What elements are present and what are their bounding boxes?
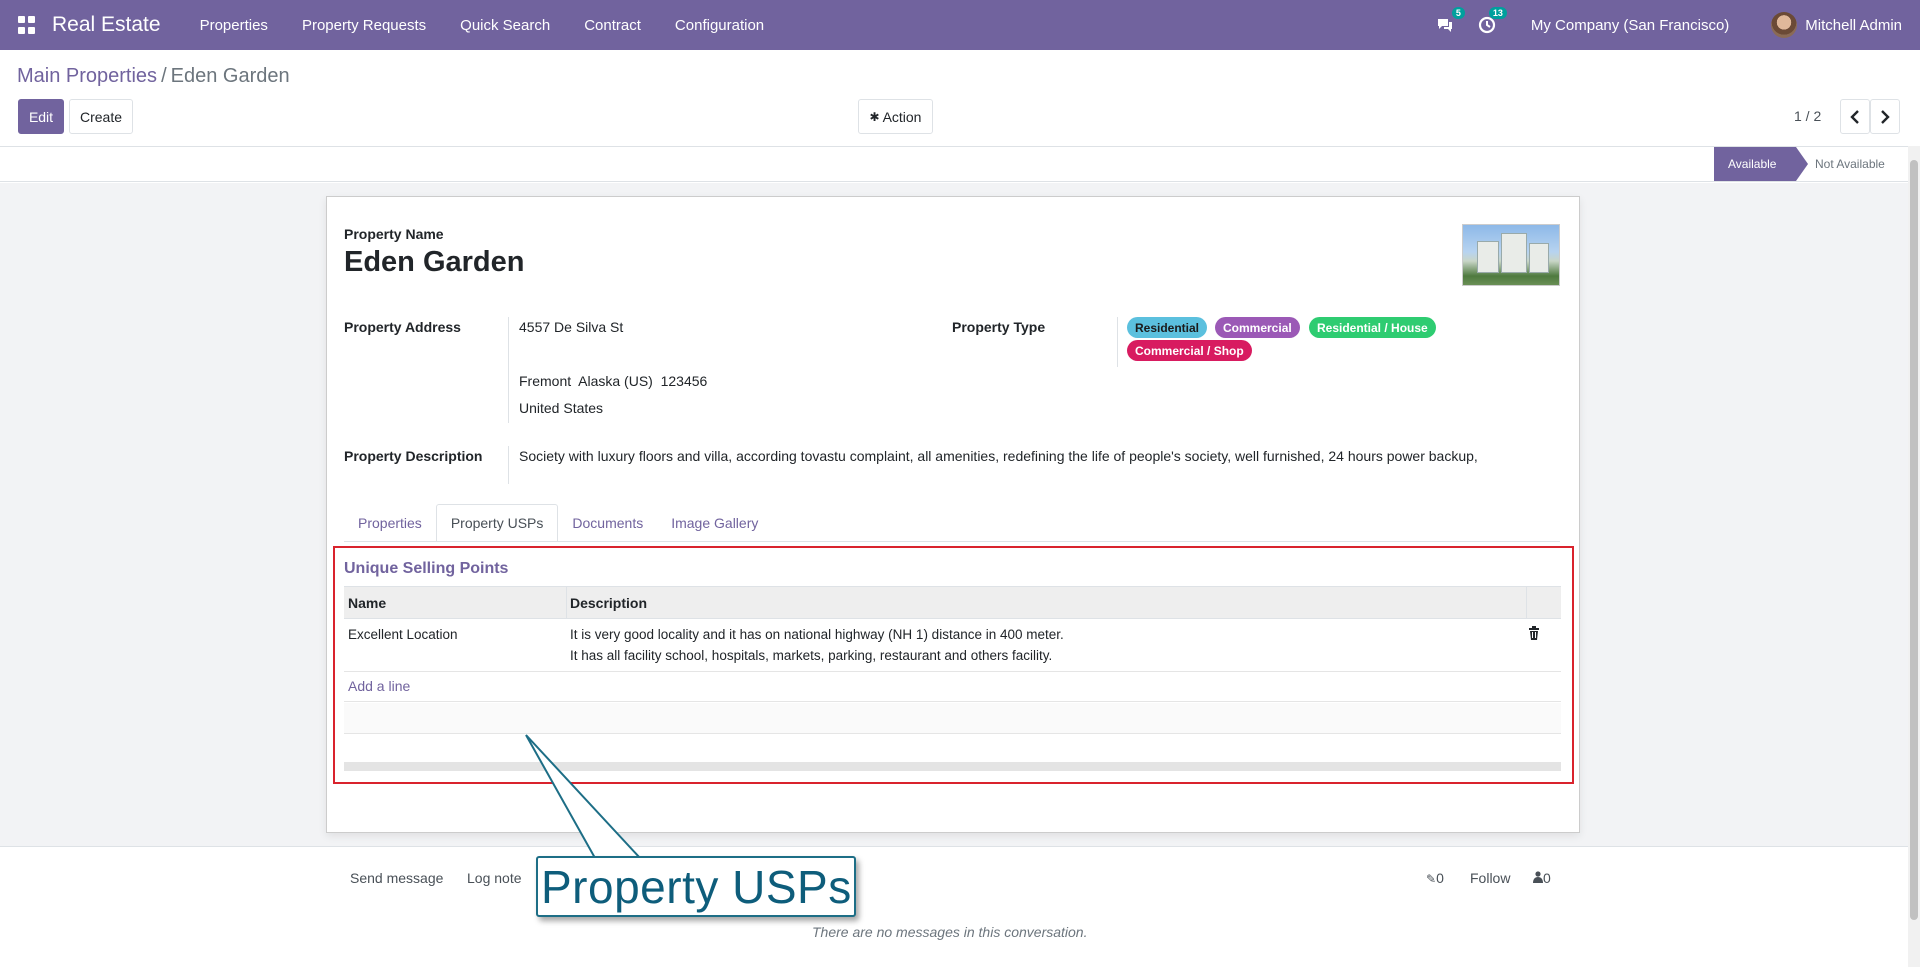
property-type-label: Property Type xyxy=(952,319,1046,335)
attachments-button[interactable]: ✎0 xyxy=(1426,870,1444,886)
callout-pointer xyxy=(525,734,643,860)
attachments-count: 0 xyxy=(1436,870,1444,886)
breadcrumb-separator: / xyxy=(161,65,167,87)
property-name-label: Property Name xyxy=(344,226,444,242)
breadcrumb-current: Eden Garden xyxy=(170,65,290,87)
column-divider xyxy=(566,587,567,618)
address-city-line: Fremont Alaska (US) 123456 xyxy=(519,373,708,389)
action-button[interactable]: ✱ Action xyxy=(858,99,933,134)
tag-residential-house: Residential / House xyxy=(1309,317,1436,338)
usp-row-description-line2[interactable]: It has all facility school, hospitals, m… xyxy=(570,648,1052,663)
column-description[interactable]: Description xyxy=(570,595,647,611)
tab-image-gallery[interactable]: Image Gallery xyxy=(657,504,772,542)
breadcrumb-parent[interactable]: Main Properties xyxy=(17,65,157,87)
address-street: 4557 De Silva St xyxy=(519,319,624,335)
column-divider xyxy=(1526,587,1527,618)
messages-icon[interactable]: 5 xyxy=(1435,7,1465,35)
column-name[interactable]: Name xyxy=(348,595,386,611)
tab-documents[interactable]: Documents xyxy=(558,504,657,542)
pager-value[interactable]: 1 / 2 xyxy=(1794,108,1821,124)
chevron-left-icon xyxy=(1850,109,1859,124)
tab-underline xyxy=(344,541,1560,542)
app-title[interactable]: Real Estate xyxy=(52,13,161,37)
row-divider xyxy=(344,671,1561,672)
menu-quick-search[interactable]: Quick Search xyxy=(443,17,567,34)
company-switcher[interactable]: My Company (San Francisco) xyxy=(1531,17,1729,34)
usp-section-title: Unique Selling Points xyxy=(344,560,509,577)
menu-configuration[interactable]: Configuration xyxy=(658,17,781,34)
property-name: Eden Garden xyxy=(344,246,525,278)
action-label: Action xyxy=(882,108,922,125)
menu-properties[interactable]: Properties xyxy=(183,17,285,34)
status-bar: Available Not Available xyxy=(0,146,1908,182)
activities-icon[interactable]: 13 xyxy=(1477,7,1507,35)
user-icon xyxy=(1533,871,1543,883)
field-divider xyxy=(508,317,509,423)
breadcrumb: Main Properties / Eden Garden xyxy=(17,65,290,88)
pager-next-button[interactable] xyxy=(1870,99,1900,134)
followers-count: 0 xyxy=(1543,870,1551,886)
activities-badge: 13 xyxy=(1488,7,1507,19)
apps-menu-icon[interactable] xyxy=(18,16,36,34)
user-menu[interactable]: Mitchell Admin xyxy=(1805,17,1902,34)
usp-row-name[interactable]: Excellent Location xyxy=(348,627,458,642)
gear-icon: ✱ xyxy=(869,109,880,124)
status-available[interactable]: Available xyxy=(1714,147,1808,181)
property-image[interactable] xyxy=(1462,224,1560,286)
chevron-right-icon xyxy=(1881,109,1890,124)
edit-button[interactable]: Edit xyxy=(18,99,64,134)
tab-properties[interactable]: Properties xyxy=(344,504,436,542)
usp-row-description-line1[interactable]: It is very good locality and it has on n… xyxy=(570,627,1064,642)
chatter xyxy=(0,846,1908,967)
callout-text: Property USPs xyxy=(541,860,852,913)
follow-button[interactable]: Follow xyxy=(1470,870,1510,886)
menu-property-requests[interactable]: Property Requests xyxy=(285,17,443,34)
menu-contract[interactable]: Contract xyxy=(567,17,658,34)
property-description: Society with luxury floors and villa, ac… xyxy=(519,448,1478,464)
messages-badge: 5 xyxy=(1451,7,1465,19)
send-message-button[interactable]: Send message xyxy=(350,870,443,886)
paperclip-icon: ✎ xyxy=(1426,872,1437,886)
create-button[interactable]: Create xyxy=(69,99,133,134)
status-not-available[interactable]: Not Available xyxy=(1815,147,1885,181)
followers-button[interactable]: 0 xyxy=(1533,870,1551,886)
add-line-link[interactable]: Add a line xyxy=(348,678,410,694)
no-messages-text: There are no messages in this conversati… xyxy=(812,924,1088,940)
address-country: United States xyxy=(519,400,604,416)
row-divider xyxy=(344,701,1561,702)
property-description-label: Property Description xyxy=(344,448,483,464)
scrollbar-thumb[interactable] xyxy=(1910,160,1918,920)
field-divider xyxy=(1117,317,1118,367)
tag-commercial: Commercial xyxy=(1215,317,1300,338)
pager-previous-button[interactable] xyxy=(1840,99,1870,134)
tab-property-usps[interactable]: Property USPs xyxy=(435,504,559,542)
log-note-button[interactable]: Log note xyxy=(467,870,522,886)
user-avatar[interactable] xyxy=(1771,12,1798,38)
top-navbar: Real Estate Properties Property Requests… xyxy=(0,0,1920,50)
page-vertical-scrollbar[interactable] xyxy=(1908,146,1920,967)
property-address-label: Property Address xyxy=(344,319,461,335)
callout-box: Property USPs xyxy=(536,856,856,917)
trash-icon[interactable] xyxy=(1528,626,1540,643)
notebook-tabs: Properties Property USPs Documents Image… xyxy=(344,504,772,542)
field-divider xyxy=(508,446,509,484)
tag-residential: Residential xyxy=(1127,317,1208,338)
tag-commercial-shop: Commercial / Shop xyxy=(1127,340,1252,361)
usp-table-header: Name Description xyxy=(344,586,1561,619)
empty-row xyxy=(344,703,1561,733)
